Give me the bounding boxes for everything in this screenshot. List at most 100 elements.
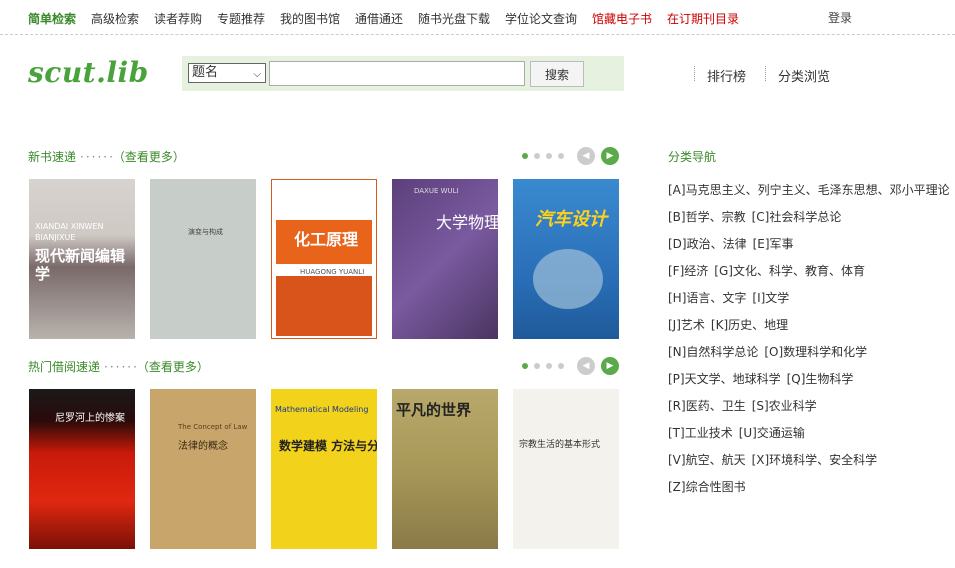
prev-arrow-icon[interactable]: ◀ [577, 357, 595, 375]
next-arrow-icon[interactable]: ▶ [601, 357, 619, 375]
category-row: [V]航空、航天 [X]环境科学、安全科学 [668, 451, 877, 468]
book-cover[interactable]: 演变与构成 [150, 179, 256, 339]
search-field-select[interactable]: 题名 ⌵ [188, 63, 266, 83]
divider [694, 66, 696, 81]
search-button[interactable]: 搜索 [530, 61, 584, 87]
nav-my-library[interactable]: 我的图书馆 [280, 10, 340, 27]
title-dots: ······ [104, 360, 139, 374]
category-row: [N]自然科学总论 [O]数理科学和化学 [668, 343, 867, 360]
category-link[interactable]: [G]文化、科学、教育、体育 [714, 264, 865, 278]
hot-books-title: 热门借阅速递 [28, 360, 101, 374]
nav-advanced-search[interactable]: 高级检索 [91, 10, 139, 27]
nav-cd-download[interactable]: 随书光盘下载 [418, 10, 490, 27]
pager-dot[interactable] [534, 363, 540, 369]
category-link[interactable]: [P]天文学、地球科学 [668, 372, 781, 386]
book-subtitle: DAXUE WULI [414, 187, 459, 195]
category-link[interactable]: [D]政治、法律 [668, 237, 747, 251]
category-link[interactable]: [N]自然科学总论 [668, 345, 758, 359]
ranking-link[interactable]: 排行榜 [707, 66, 746, 85]
book-title: 现代新闻编辑学 [35, 247, 126, 283]
category-link[interactable]: [E]军事 [753, 237, 794, 251]
category-row: [B]哲学、宗教 [C]社会科学总论 [668, 208, 841, 225]
login-link[interactable]: 登录 [828, 9, 852, 26]
category-link[interactable]: [F]经济 [668, 264, 708, 278]
category-link[interactable]: [V]航空、航天 [668, 453, 746, 467]
category-link[interactable]: [K]历史、地理 [711, 318, 788, 332]
category-link[interactable]: [R]医药、卫生 [668, 399, 746, 413]
new-books-more-link[interactable]: （查看更多） [119, 150, 185, 164]
book-title: 尼罗河上的惨案 [55, 413, 125, 424]
book-title: 数学建模 方法与分析 [279, 439, 377, 453]
new-books-pager: ◀ ▶ [522, 147, 622, 165]
pager-dot[interactable] [558, 363, 564, 369]
category-browse-link[interactable]: 分类浏览 [778, 66, 830, 85]
new-books-header: 新书速递 ······ （查看更多） [28, 148, 185, 165]
book-cover[interactable]: 化工原理 HUAGONG YUANLI [271, 179, 377, 339]
pager-dot[interactable] [522, 153, 528, 159]
book-cover[interactable]: 汽车设计 [513, 179, 619, 339]
pager-dot[interactable] [546, 363, 552, 369]
category-link[interactable]: [T]工业技术 [668, 426, 733, 440]
category-link[interactable]: [I]文学 [752, 291, 789, 305]
pager-dot[interactable] [522, 363, 528, 369]
book-title: 化工原理 [294, 230, 359, 249]
pager-dot[interactable] [534, 153, 540, 159]
search-bar: 题名 ⌵ 搜索 [182, 56, 624, 91]
chevron-down-icon: ⌵ [253, 69, 261, 80]
new-books-title: 新书速递 [28, 150, 77, 164]
book-subtitle: Mathematical Modeling [275, 405, 369, 414]
category-link[interactable]: [Z]综合性图书 [668, 480, 746, 494]
next-arrow-icon[interactable]: ▶ [601, 147, 619, 165]
category-link[interactable]: [C]社会科学总论 [752, 210, 842, 224]
book-cover[interactable]: XIANDAI XINWEN BIANJIXUE 现代新闻编辑学 [29, 179, 135, 339]
pager-dot[interactable] [558, 153, 564, 159]
category-row: [R]医药、卫生 [S]农业科学 [668, 397, 817, 414]
book-title: 大学物理 [436, 213, 498, 232]
nav-simple-search[interactable]: 简单检索 [28, 10, 76, 27]
category-link[interactable]: [J]艺术 [668, 318, 705, 332]
hot-books-header: 热门借阅速递 ······ （查看更多） [28, 358, 209, 375]
prev-arrow-icon[interactable]: ◀ [577, 147, 595, 165]
book-cover[interactable]: 尼罗河上的惨案 [29, 389, 135, 549]
nav-interlibrary[interactable]: 通借通还 [355, 10, 403, 27]
divider [765, 66, 767, 81]
hot-books-more-link[interactable]: （查看更多） [143, 360, 209, 374]
category-row: [A]马克思主义、列宁主义、毛泽东思想、邓小平理论 [668, 181, 950, 198]
nav-ebooks[interactable]: 馆藏电子书 [592, 10, 652, 27]
book-subtitle: XIANDAI XINWEN BIANJIXUE [35, 222, 104, 242]
nav-journal-catalog[interactable]: 在订期刊目录 [667, 10, 739, 27]
cover-art [533, 249, 603, 309]
book-subtitle: The Concept of Law [178, 423, 248, 431]
pager-dot[interactable] [546, 153, 552, 159]
nav-topic-recommend[interactable]: 专题推荐 [217, 10, 265, 27]
category-row: [Z]综合性图书 [668, 478, 746, 495]
nav-reader-recommend[interactable]: 读者荐购 [154, 10, 202, 27]
category-link[interactable]: [U]交通运输 [739, 426, 805, 440]
category-link[interactable]: [O]数理科学和化学 [764, 345, 867, 359]
category-link[interactable]: [H]语言、文字 [668, 291, 746, 305]
category-link[interactable]: [S]农业科学 [752, 399, 817, 413]
book-cover[interactable]: DAXUE WULI 大学物理 [392, 179, 498, 339]
book-cover[interactable]: Mathematical Modeling 数学建模 方法与分析 [271, 389, 377, 549]
category-link[interactable]: [B]哲学、宗教 [668, 210, 746, 224]
category-nav-title: 分类导航 [668, 150, 717, 164]
book-cover[interactable]: 宗教生活的基本形式 [513, 389, 619, 549]
book-cover[interactable]: The Concept of Law 法律的概念 [150, 389, 256, 549]
category-row: [T]工业技术 [U]交通运输 [668, 424, 805, 441]
book-title: 汽车设计 [535, 209, 607, 230]
search-field-selected: 题名 [192, 65, 219, 80]
category-row: [F]经济 [G]文化、科学、教育、体育 [668, 262, 865, 279]
book-cover[interactable]: 平凡的世界 [392, 389, 498, 549]
category-link[interactable]: [A]马克思主义、列宁主义、毛泽东思想、邓小平理论 [668, 183, 950, 197]
cover-band [276, 276, 372, 336]
site-logo[interactable]: scut.lib [28, 56, 149, 89]
category-row: [P]天文学、地球科学 [Q]生物科学 [668, 370, 853, 387]
top-nav: 简单检索 高级检索 读者荐购 专题推荐 我的图书馆 通借通还 随书光盘下载 学位… [0, 0, 955, 35]
book-title: 演变与构成 [188, 228, 223, 236]
category-row: [D]政治、法律 [E]军事 [668, 235, 794, 252]
search-input[interactable] [269, 61, 525, 86]
title-dots: ······ [80, 150, 115, 164]
nav-thesis-search[interactable]: 学位论文查询 [505, 10, 577, 27]
category-link[interactable]: [Q]生物科学 [787, 372, 854, 386]
category-link[interactable]: [X]环境科学、安全科学 [752, 453, 878, 467]
